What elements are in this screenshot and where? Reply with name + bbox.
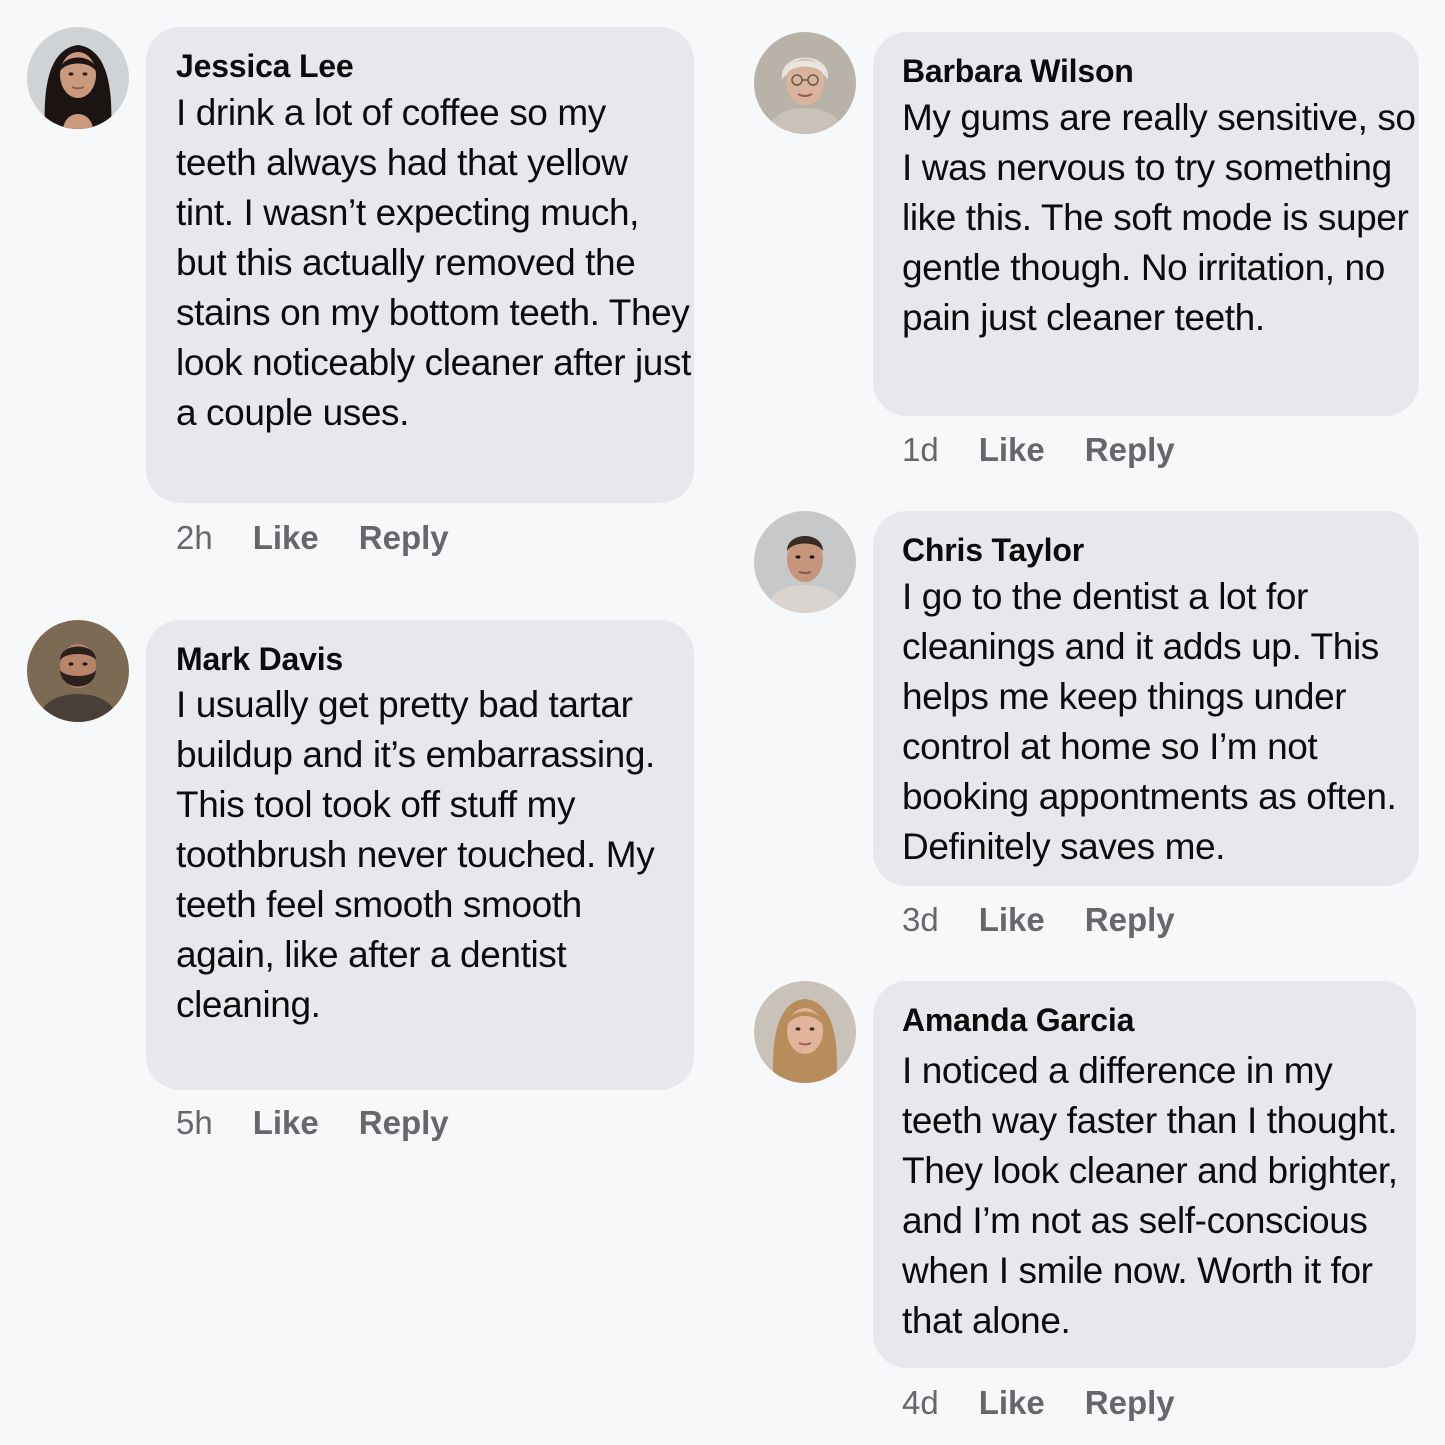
comment-actions: 3d Like Reply <box>902 900 1175 940</box>
like-button[interactable]: Like <box>979 1383 1045 1423</box>
comment-text: I noticed a difference in my teeth way f… <box>902 1050 1398 1341</box>
like-button[interactable]: Like <box>979 900 1045 940</box>
like-button[interactable]: Like <box>253 518 319 558</box>
comment-actions: 2h Like Reply <box>176 518 449 558</box>
comment-timestamp[interactable]: 3d <box>902 900 939 940</box>
comment-author[interactable]: Amanda Garcia <box>902 1002 1134 1038</box>
comment-author[interactable]: Jessica Lee <box>176 48 354 84</box>
reply-button[interactable]: Reply <box>1085 1383 1175 1423</box>
comment-author[interactable]: Barbara Wilson <box>902 53 1134 89</box>
comment-text: My gums are really sensitive, so I was n… <box>902 97 1416 338</box>
comment-actions: 5h Like Reply <box>176 1103 449 1143</box>
like-button[interactable]: Like <box>979 430 1045 470</box>
reply-button[interactable]: Reply <box>359 1103 449 1143</box>
avatar[interactable] <box>754 511 856 613</box>
like-button[interactable]: Like <box>253 1103 319 1143</box>
comment-text: I drink a lot of coffee so my teeth alwa… <box>176 92 691 433</box>
avatar[interactable] <box>754 981 856 1083</box>
avatar-photo-icon <box>27 27 129 129</box>
comment-timestamp[interactable]: 1d <box>902 430 939 470</box>
reply-button[interactable]: Reply <box>359 518 449 558</box>
reply-button[interactable]: Reply <box>1085 900 1175 940</box>
comment-author[interactable]: Mark Davis <box>176 641 343 677</box>
comment-actions: 4d Like Reply <box>902 1383 1175 1423</box>
reply-button[interactable]: Reply <box>1085 430 1175 470</box>
avatar[interactable] <box>27 620 129 722</box>
comment-text: I usually get pretty bad tartar buildup … <box>176 684 655 1025</box>
avatar-photo-icon <box>754 981 856 1083</box>
avatar[interactable] <box>754 32 856 134</box>
comment-text: I go to the dentist a lot for cleanings … <box>902 576 1397 867</box>
avatar-photo-icon <box>754 511 856 613</box>
avatar-photo-icon <box>27 620 129 722</box>
comment-actions: 1d Like Reply <box>902 430 1175 470</box>
comment-timestamp[interactable]: 4d <box>902 1383 939 1423</box>
comment-timestamp[interactable]: 5h <box>176 1103 213 1143</box>
avatar-photo-icon <box>754 32 856 134</box>
avatar[interactable] <box>27 27 129 129</box>
comment-timestamp[interactable]: 2h <box>176 518 213 558</box>
comment-author[interactable]: Chris Taylor <box>902 532 1084 568</box>
